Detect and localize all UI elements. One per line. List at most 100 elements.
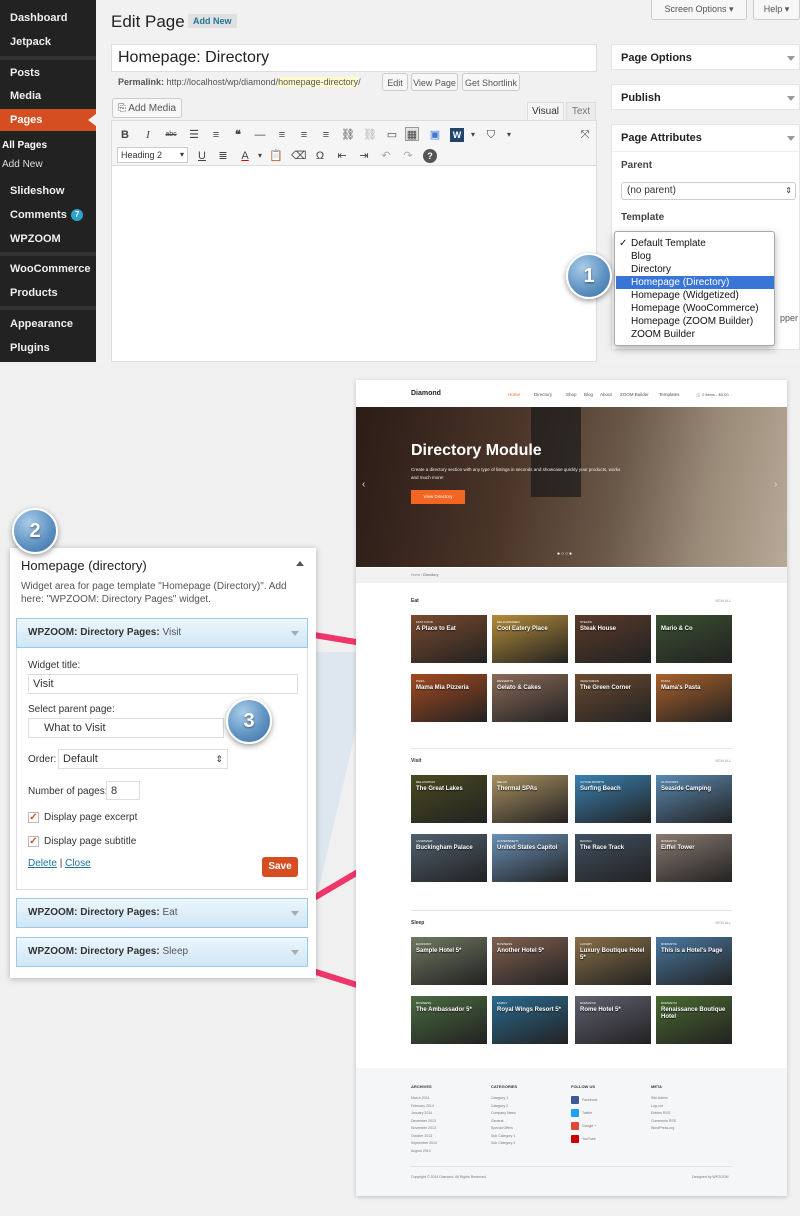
step-3-badge: 3	[226, 698, 272, 744]
directory-card[interactable]: Outdoors Seaside Camping	[656, 775, 732, 823]
card-category: Family	[497, 1001, 508, 1005]
widget-area-panel: Homepage (directory) Widget area for pag…	[10, 548, 316, 978]
footer-link[interactable]: August 2013	[411, 1149, 431, 1153]
directory-card[interactable]: Active Sports Surfing Beach	[575, 775, 651, 823]
card-category: Pizza	[416, 679, 425, 683]
footer-link[interactable]: WordPress.org	[651, 1126, 674, 1130]
delete-link[interactable]: Delete	[28, 858, 57, 869]
directory-card[interactable]: Romantic This is a Hotel's Page	[656, 937, 732, 985]
directory-card[interactable]: Fast Food A Place to Eat	[411, 615, 487, 663]
directory-card[interactable]: Relax Thermal SPAs	[492, 775, 568, 823]
footer-link[interactable]: Twitter	[582, 1111, 592, 1115]
view-all-link[interactable]: VIEW ALL	[715, 599, 731, 603]
nav-item[interactable]: Directory	[534, 392, 552, 397]
nav-item[interactable]: Shop	[566, 392, 577, 397]
display-excerpt-checkbox[interactable]: ✓	[28, 812, 39, 823]
hero-button[interactable]: View Directory	[411, 490, 465, 504]
hero-slider: Directory Module Create a directory sect…	[356, 407, 787, 567]
cart-link[interactable]: 🛒 0 items - $0.00	[696, 392, 729, 397]
footer-link[interactable]: Log out	[651, 1104, 663, 1108]
footer-link[interactable]: Google +	[582, 1124, 596, 1128]
directory-card[interactable]: Delicatessen Cool Eatery Place	[492, 615, 568, 663]
nav-item[interactable]: Templates	[659, 392, 680, 397]
directory-card[interactable]: Steaks Steak House	[575, 615, 651, 663]
display-subtitle-checkbox[interactable]: ✓	[28, 836, 39, 847]
directory-card[interactable]: Pizza Mama Mia Pizzeria	[411, 674, 487, 722]
footer-link[interactable]: YouTube	[582, 1137, 596, 1141]
nav-item[interactable]: Blog	[584, 392, 593, 397]
widget-visit-header[interactable]: WPZOOM: Directory Pages: Visit	[16, 618, 308, 648]
directory-card[interactable]: Business Another Hotel 5*	[492, 937, 568, 985]
facebook-icon[interactable]	[571, 1096, 579, 1104]
save-button[interactable]: Save	[262, 857, 298, 877]
widget-title: Eat	[162, 907, 178, 918]
directory-card[interactable]: Family Royal Wings Resort 5*	[492, 996, 568, 1044]
directory-card[interactable]: Romantic Rome Hotel 5*	[575, 996, 651, 1044]
widget-eat-header[interactable]: WPZOOM: Directory Pages: Eat	[16, 898, 308, 928]
directory-card[interactable]: Mario & Co	[656, 615, 732, 663]
footer-link[interactable]: September 2013	[411, 1141, 437, 1145]
directory-card[interactable]: Racing The Race Track	[575, 834, 651, 882]
footer-link[interactable]: Category 1	[491, 1096, 508, 1100]
footer-link[interactable]: March 2014	[411, 1096, 429, 1100]
nav-item[interactable]: About	[600, 392, 612, 397]
directory-card[interactable]: Romantic Eiffel Tower	[656, 834, 732, 882]
close-link[interactable]: Close	[65, 858, 91, 869]
display-excerpt-label: Display page excerpt	[44, 812, 138, 823]
footer-link[interactable]: February 2014	[411, 1104, 434, 1108]
directory-card[interactable]: Relaxation The Great Lakes	[411, 775, 487, 823]
directory-card[interactable]: Government United States Capitol	[492, 834, 568, 882]
directory-card[interactable]: Vegetarian The Green Corner	[575, 674, 651, 722]
parent-page-select[interactable]: What to Visit	[28, 718, 224, 738]
breadcrumb-home[interactable]: Home	[411, 573, 420, 577]
card-category: Romantic	[661, 839, 677, 843]
site-logo[interactable]: Diamond	[411, 390, 441, 397]
number-of-pages-input[interactable]: 8	[106, 781, 140, 800]
widget-title-input[interactable]: Visit	[28, 674, 298, 694]
slider-dots[interactable]: ●○○●	[557, 551, 573, 557]
twitter-icon[interactable]	[571, 1109, 579, 1117]
directory-card[interactable]: Romantic Renaissance Boutique Hotel	[656, 996, 732, 1044]
footer-link[interactable]: November 2013	[411, 1126, 436, 1130]
order-select[interactable]: Default ⇕	[58, 749, 228, 769]
footer-link[interactable]: Company News	[491, 1111, 516, 1115]
google-plus-icon[interactable]	[571, 1122, 579, 1130]
view-all-link[interactable]: VIEW ALL	[715, 759, 731, 763]
directory-card[interactable]: Luxury Luxury Boutique Hotel 5*	[575, 937, 651, 985]
card-title: Luxury Boutique Hotel 5*	[580, 948, 645, 961]
directory-card[interactable]: Business The Ambassador 5*	[411, 996, 487, 1044]
directory-card[interactable]: Desserts Gelato & Cakes	[492, 674, 568, 722]
card-title: Steak House	[580, 626, 617, 632]
section-title: Eat	[411, 598, 419, 604]
directory-card[interactable]: Economy Sample Hotel 5*	[411, 937, 487, 985]
display-subtitle-label: Display page subtitle	[44, 836, 137, 847]
footer-link[interactable]: October 2013	[411, 1134, 432, 1138]
footer-link[interactable]: January 2014	[411, 1111, 432, 1115]
view-all-link[interactable]: VIEW ALL	[715, 921, 731, 925]
youtube-icon[interactable]	[571, 1135, 579, 1143]
slider-prev-icon[interactable]: ‹	[362, 479, 365, 490]
footer-link[interactable]: Sub Category 2	[491, 1141, 515, 1145]
nav-item[interactable]: ZOOM Builder	[620, 392, 649, 397]
card-title: This is a Hotel's Page	[661, 948, 723, 954]
footer-link[interactable]: Special Offers	[491, 1126, 513, 1130]
card-category: Government	[497, 839, 519, 843]
directory-card[interactable]: Pasta Mama's Pasta	[656, 674, 732, 722]
card-category: Desserts	[497, 679, 514, 683]
footer-link[interactable]: December 2013	[411, 1119, 436, 1123]
collapse-icon[interactable]	[296, 561, 304, 566]
footer-link[interactable]: Entries RSS	[651, 1111, 670, 1115]
slider-next-icon[interactable]: ›	[774, 479, 777, 490]
nav-item[interactable]: Home	[508, 392, 520, 397]
footer-link[interactable]: Category 2	[491, 1104, 508, 1108]
footer-link[interactable]: Comments RSS	[651, 1119, 676, 1123]
footer-link[interactable]: Site Admin	[651, 1096, 668, 1100]
widget-sleep-header[interactable]: WPZOOM: Directory Pages: Sleep	[16, 937, 308, 967]
designed-by[interactable]: Designed by WPZOOM	[692, 1175, 729, 1179]
footer-link[interactable]: Sub Category 1	[491, 1134, 515, 1138]
directory-card[interactable]: Landmark Buckingham Palace	[411, 834, 487, 882]
card-title: The Great Lakes	[416, 786, 463, 792]
site-preview: Diamond Home Directory Shop Blog About ZOOM B…	[356, 380, 787, 1196]
footer-link[interactable]: Facebook	[582, 1098, 597, 1102]
footer-link[interactable]: General	[491, 1119, 503, 1123]
